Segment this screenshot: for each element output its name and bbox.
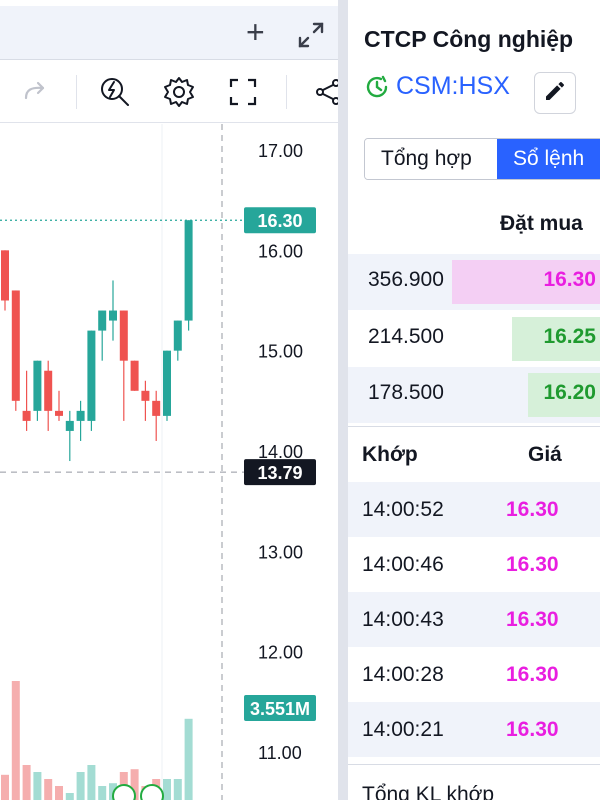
toolbar-divider (286, 75, 287, 109)
volume-bar (65, 793, 74, 800)
match-price: 16.30 (506, 663, 559, 686)
match-price-header: Giá (528, 443, 562, 466)
price-axis-label: 16.00 (258, 241, 303, 261)
gear-icon[interactable] (160, 73, 198, 111)
candle-body (130, 360, 139, 391)
candle-body (173, 320, 182, 351)
ticker-symbol[interactable]: CSM:HSX (396, 72, 510, 101)
price-chart[interactable]: 17.00 16.00 15.00 14.00 13.00 12.00 11.00 16.30… (0, 124, 338, 800)
bid-row[interactable]: 356.900 16.30 (348, 254, 600, 310)
match-time: 14:00:28 (362, 663, 444, 686)
volume-bar (33, 772, 42, 800)
volume-bar (55, 786, 63, 800)
candle-body (22, 410, 31, 421)
match-price: 16.30 (506, 718, 559, 741)
event-marker (112, 784, 136, 800)
price-axis-label: 14.00 (258, 442, 303, 462)
volume-bar (163, 779, 171, 800)
match-row[interactable]: 14:00:21 16.30 (348, 702, 600, 757)
candle-body (55, 410, 63, 416)
candle-body (11, 290, 20, 401)
last-price-tag: 16.30 (257, 211, 302, 231)
volume-bar (44, 779, 53, 800)
candle-body (76, 410, 85, 421)
panel-tabs: Tổng hợp Sổ lệnh (364, 138, 600, 180)
match-row[interactable]: 14:00:28 16.30 (348, 647, 600, 702)
candle-body (109, 310, 117, 321)
event-marker (140, 784, 164, 800)
redo-arrow-icon[interactable] (16, 73, 54, 111)
volume-bar (1, 774, 9, 800)
price-axis-label: 17.00 (258, 141, 303, 161)
candle-body (44, 370, 53, 411)
candle-body (1, 250, 9, 301)
candle-body (163, 350, 171, 416)
volume-bar (184, 718, 193, 800)
candle-body (119, 310, 128, 361)
bid-row[interactable]: 214.500 16.25 (348, 311, 600, 367)
match-price: 16.30 (506, 498, 559, 521)
price-axis-label: 11.00 (258, 743, 302, 763)
chart-tab-bar: + (0, 6, 338, 60)
volume-tag: 3.551M (250, 699, 310, 719)
volume-bar (22, 765, 31, 800)
price-axis-label: 13.00 (258, 542, 303, 562)
candle-body (33, 360, 42, 411)
toolbar-divider (76, 75, 77, 109)
match-time: 14:00:43 (362, 608, 444, 631)
match-price: 16.30 (506, 608, 559, 631)
candle-body (98, 310, 107, 331)
lightning-magnifier-icon[interactable] (96, 73, 134, 111)
tab-orderbook[interactable]: Sổ lệnh (497, 139, 600, 179)
company-name: CTCP Công nghiệp (364, 26, 574, 52)
pencil-icon (543, 79, 567, 108)
volume-bar (173, 779, 182, 800)
match-time: 14:00:46 (362, 553, 444, 576)
match-price: 16.30 (506, 553, 559, 576)
app-root: + 17.00 16.00 15.00 14.00 13.00 12.00 11… (0, 0, 600, 800)
price-axis-label: 15.00 (258, 342, 303, 362)
ticker-row: CSM:HSX (364, 72, 510, 101)
candle-body (65, 420, 74, 431)
match-time-header: Khớp (362, 443, 418, 466)
candle-body (141, 390, 150, 401)
clock-icon (364, 74, 390, 100)
volume-bar (76, 772, 85, 800)
bid-price: 16.20 (543, 381, 596, 404)
divider (348, 764, 600, 765)
match-row[interactable]: 14:00:46 16.30 (348, 537, 600, 592)
match-time: 14:00:21 (362, 718, 444, 741)
price-axis-label: 12.00 (258, 643, 303, 663)
bid-price: 16.25 (543, 325, 596, 348)
volume-bar (87, 765, 96, 800)
candle-body (152, 400, 161, 416)
share-icon[interactable] (308, 73, 338, 111)
bid-volume: 356.900 (368, 268, 444, 291)
candle-body (87, 330, 96, 421)
edit-button[interactable] (534, 72, 576, 114)
total-matched-label: Tổng KL khớp (362, 783, 495, 800)
volume-bar (98, 786, 107, 800)
fullscreen-icon[interactable] (224, 73, 262, 111)
bid-header: Đặt mua (500, 212, 583, 235)
volume-bar (11, 681, 20, 800)
bid-volume: 178.500 (368, 381, 444, 404)
match-row[interactable]: 14:00:52 16.30 (348, 482, 600, 537)
order-book-panel: CTCP Công nghiệp CSM:HSX Tổng hợp Sổ lện… (348, 0, 600, 800)
match-row[interactable]: 14:00:43 16.30 (348, 592, 600, 647)
bid-row[interactable]: 178.500 16.20 (348, 367, 600, 423)
chart-panel: + 17.00 16.00 15.00 14.00 13.00 12.00 11… (0, 0, 338, 800)
candle-body (184, 220, 193, 321)
divider (348, 426, 600, 427)
crosshair-price-tag: 13.79 (257, 463, 302, 483)
bid-volume: 214.500 (368, 325, 444, 348)
expand-icon[interactable] (296, 20, 326, 50)
tab-summary[interactable]: Tổng hợp (365, 139, 497, 179)
bid-price: 16.30 (543, 268, 596, 291)
match-time: 14:00:52 (362, 498, 444, 521)
chart-toolbar (0, 61, 338, 123)
plus-icon[interactable]: + (246, 16, 265, 48)
